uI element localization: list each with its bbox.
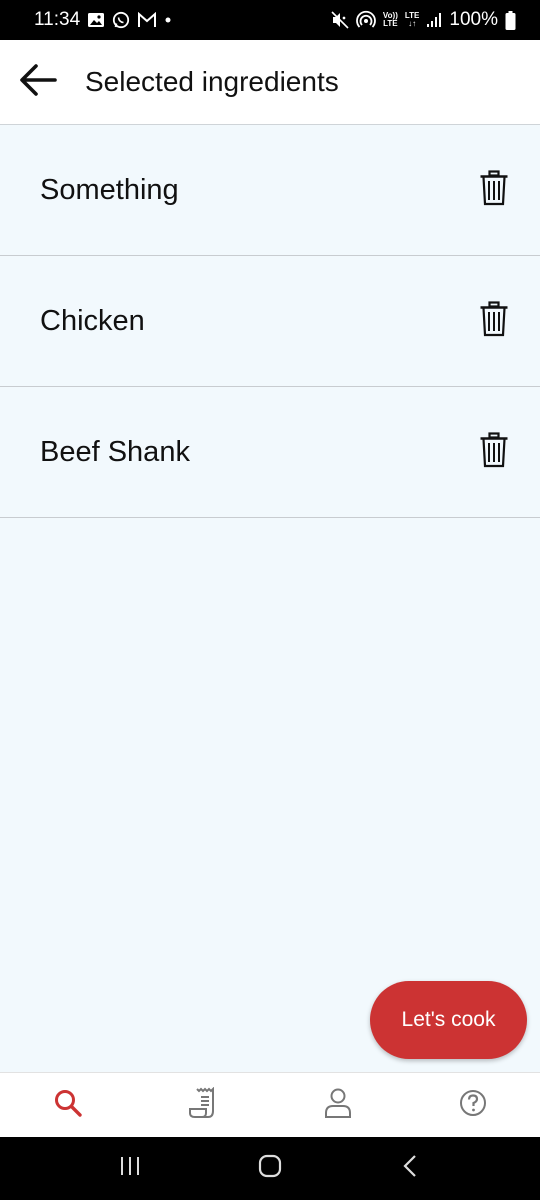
back-icon bbox=[401, 1154, 419, 1183]
recipe-icon bbox=[187, 1086, 219, 1124]
delete-ingredient-button[interactable] bbox=[468, 426, 520, 478]
lets-cook-button[interactable]: Let's cook bbox=[370, 981, 527, 1059]
delete-ingredient-button[interactable] bbox=[468, 164, 520, 216]
ingredient-name: Beef Shank bbox=[40, 435, 190, 468]
help-icon bbox=[458, 1088, 488, 1123]
trash-icon bbox=[479, 300, 509, 342]
mute-icon bbox=[331, 11, 349, 29]
status-bar: 11:34 Vo)) LTE LTE ↓↑ 100% bbox=[0, 0, 540, 40]
arrow-left-icon bbox=[19, 63, 57, 102]
list-item: Beef Shank bbox=[0, 387, 540, 518]
gmail-icon bbox=[137, 12, 157, 28]
trash-icon bbox=[479, 169, 509, 211]
nav-item-search[interactable] bbox=[0, 1073, 135, 1137]
home-button[interactable] bbox=[240, 1139, 300, 1199]
nav-item-help[interactable] bbox=[405, 1073, 540, 1137]
status-left: 11:34 bbox=[34, 9, 172, 31]
app-bar: Selected ingredients bbox=[0, 40, 540, 125]
signal-icon bbox=[426, 12, 442, 28]
volte-icon: Vo)) LTE bbox=[383, 12, 398, 28]
recents-icon bbox=[118, 1155, 142, 1182]
list-item: Something bbox=[0, 125, 540, 256]
back-button[interactable] bbox=[0, 40, 76, 125]
dot-icon bbox=[164, 16, 172, 24]
trash-icon bbox=[479, 431, 509, 473]
volte-bottom-label: LTE bbox=[383, 19, 398, 28]
battery-icon bbox=[505, 10, 516, 30]
whatsapp-icon bbox=[112, 11, 130, 29]
hotspot-icon bbox=[356, 10, 376, 30]
ingredient-name: Something bbox=[40, 173, 179, 206]
lte-bottom-label: ↓↑ bbox=[408, 19, 417, 28]
recents-button[interactable] bbox=[100, 1139, 160, 1199]
nav-item-recipes[interactable] bbox=[135, 1073, 270, 1137]
lte-icon: LTE ↓↑ bbox=[405, 12, 420, 28]
page-title: Selected ingredients bbox=[85, 66, 339, 97]
list-item: Chicken bbox=[0, 256, 540, 387]
gallery-icon bbox=[87, 12, 105, 28]
status-right: Vo)) LTE LTE ↓↑ 100% bbox=[331, 9, 516, 31]
home-icon bbox=[258, 1154, 282, 1183]
system-nav-bar bbox=[0, 1137, 540, 1200]
ingredient-name: Chicken bbox=[40, 304, 145, 337]
search-icon bbox=[53, 1088, 83, 1123]
ingredient-list: Something Chicken Beef Shank bbox=[0, 125, 540, 1072]
status-time: 11:34 bbox=[34, 9, 81, 30]
profile-icon bbox=[323, 1087, 353, 1124]
battery-percentage: 100% bbox=[449, 9, 498, 30]
delete-ingredient-button[interactable] bbox=[468, 295, 520, 347]
bottom-nav bbox=[0, 1072, 540, 1137]
system-back-button[interactable] bbox=[380, 1139, 440, 1199]
nav-item-profile[interactable] bbox=[270, 1073, 405, 1137]
